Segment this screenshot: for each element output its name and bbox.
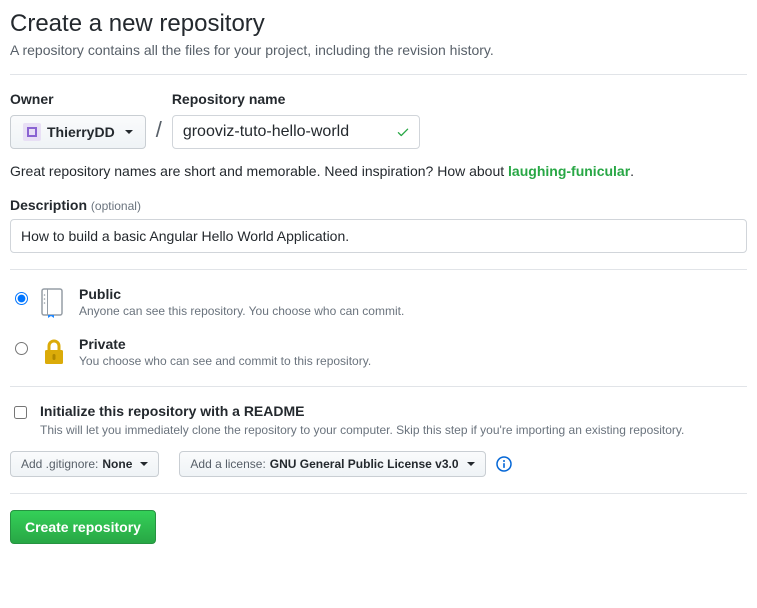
readme-option[interactable]: Initialize this repository with a README… — [10, 403, 747, 437]
extras-row: Add .gitignore: None Add a license: GNU … — [10, 451, 747, 477]
page-subhead: A repository contains all the files for … — [10, 42, 747, 58]
name-suggestion-link[interactable]: laughing-funicular — [508, 163, 630, 179]
private-radio[interactable] — [15, 342, 28, 355]
chevron-down-icon — [125, 130, 133, 134]
repo-name-input[interactable] — [172, 115, 420, 149]
public-label: Public — [79, 286, 404, 302]
description-label: Description (optional) — [10, 197, 141, 213]
description-section: Description (optional) — [10, 197, 747, 253]
divider — [10, 386, 747, 387]
chevron-down-icon — [467, 462, 475, 466]
create-repository-button[interactable]: Create repository — [10, 510, 156, 544]
license-select[interactable]: Add a license: GNU General Public Licens… — [179, 451, 485, 477]
gitignore-select[interactable]: Add .gitignore: None — [10, 451, 159, 477]
repo-public-icon — [41, 288, 69, 316]
visibility-private-option[interactable]: Private You choose who can see and commi… — [10, 336, 747, 368]
public-desc: Anyone can see this repository. You choo… — [79, 304, 404, 318]
lock-icon — [41, 338, 69, 366]
visibility-public-option[interactable]: Public Anyone can see this repository. Y… — [10, 286, 747, 318]
public-radio[interactable] — [15, 292, 28, 305]
owner-label: Owner — [10, 91, 146, 107]
slash-separator: / — [152, 117, 166, 149]
chevron-down-icon — [140, 462, 148, 466]
readme-checkbox[interactable] — [14, 406, 27, 419]
name-hint: Great repository names are short and mem… — [10, 163, 747, 179]
readme-desc: This will let you immediately clone the … — [40, 423, 684, 437]
private-label: Private — [79, 336, 371, 352]
divider — [10, 493, 747, 494]
divider — [10, 269, 747, 270]
description-input[interactable] — [10, 219, 747, 253]
check-icon — [396, 125, 410, 139]
owner-name: ThierryDD — [47, 122, 115, 142]
page-title: Create a new repository — [10, 10, 747, 38]
repo-name-label: Repository name — [172, 91, 420, 107]
divider — [10, 74, 747, 75]
owner-select[interactable]: ThierryDD — [10, 115, 146, 149]
owner-repo-row: Owner ThierryDD / Repository name — [10, 91, 747, 149]
owner-avatar-icon — [23, 123, 41, 141]
info-icon[interactable] — [496, 456, 512, 472]
readme-label: Initialize this repository with a README — [40, 403, 684, 419]
private-desc: You choose who can see and commit to thi… — [79, 354, 371, 368]
